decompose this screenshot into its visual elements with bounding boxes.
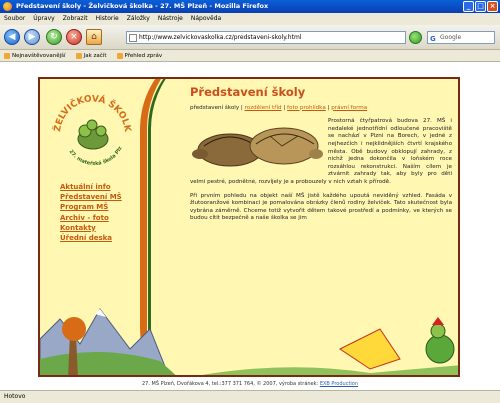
back-button[interactable]: ◀ (4, 29, 20, 45)
window-titlebar: Představení školy - Želvičková školka - … (0, 0, 500, 13)
page-footer: 27. MŠ Plzeň, Dvořákova 4, tel.:377 371 … (0, 379, 500, 389)
reload-button[interactable]: ↻ (46, 29, 62, 45)
subnav-separator: | (283, 104, 286, 111)
page-icon (129, 34, 137, 42)
sub-navigation: představení školy | rozdělení tříd | fot… (190, 105, 452, 113)
menu-aktualni-info[interactable]: Aktuální info (60, 182, 122, 192)
menu-zobrazit[interactable]: Zobrazit (63, 13, 88, 25)
footer-text: 27. MŠ Plzeň, Dvořákova 4, tel.:377 371 … (141, 381, 319, 387)
subnav-current: představení školy (190, 104, 240, 111)
web-page: ŽELVIČKOVÁ ŠKOLKA 27. mateřská škola Plz… (38, 77, 460, 377)
forward-button[interactable]: ▶ (24, 29, 40, 45)
bookmarks-toolbar: Nejnavštěvovanější Jak začít Přehled zpr… (0, 50, 500, 62)
menu-uredni-deska[interactable]: Úřední deska (60, 233, 122, 243)
main-content: Představení školy představení školy | ro… (186, 85, 452, 229)
menu-upravy[interactable]: Úpravy (33, 13, 54, 25)
menu-program-ms[interactable]: Program MŠ (60, 202, 122, 212)
menu-zalozky[interactable]: Záložky (127, 13, 150, 25)
subnav-separator: | (327, 104, 330, 111)
menu-archiv-foto[interactable]: Archiv - foto (60, 213, 122, 223)
minimize-button[interactable]: _ (463, 1, 474, 12)
subnav-rozdeleni-trid[interactable]: rozdělení tříd (245, 105, 282, 111)
side-menu: Aktuální info Představení MŠ Program MŠ … (60, 182, 122, 243)
subnav-separator: | (240, 104, 243, 111)
stop-button[interactable]: × (66, 29, 82, 45)
google-icon: G (430, 35, 436, 43)
illustrated-scene (40, 308, 458, 375)
close-button[interactable]: × (487, 1, 498, 12)
footer-link[interactable]: EXB Production (320, 381, 358, 387)
status-bar: Hotovo (0, 390, 500, 403)
menu-soubor[interactable]: Soubor (4, 13, 25, 25)
maximize-button[interactable]: □ (475, 1, 486, 12)
home-button[interactable]: ⌂ (86, 29, 102, 45)
menu-kontakty[interactable]: Kontakty (60, 223, 122, 233)
address-url: http://www.zelvickovaskolka.cz/predstave… (139, 34, 302, 41)
status-text: Hotovo (4, 393, 26, 400)
window-title: Představení školy - Želvičková školka - … (16, 2, 269, 10)
menu-napoveda[interactable]: Nápověda (191, 13, 221, 25)
firefox-icon (3, 2, 12, 11)
subnav-pravni-forma[interactable]: právní forma (331, 105, 367, 111)
tortoises-photo (192, 127, 323, 167)
paragraph-2: Při prvním pohledu na objekt naší MŠ jis… (190, 192, 452, 222)
bookmark-news[interactable]: Přehled zpráv (117, 50, 163, 61)
window-controls: _ □ × (463, 1, 498, 12)
page-heading: Představení školy (190, 85, 306, 99)
bookmark-most-visited[interactable]: Nejnavštěvovanější (4, 50, 66, 61)
bookmark-getting-started[interactable]: Jak začít (76, 50, 107, 61)
navigation-toolbar: ◀ ▶ ↻ × ⌂ http://www.zelvickovaskolka.cz… (0, 25, 500, 50)
search-box[interactable]: G Google (427, 31, 495, 44)
address-bar[interactable]: http://www.zelvickovaskolka.cz/predstave… (126, 31, 406, 44)
menubar: Soubor Úpravy Zobrazit Historie Záložky … (0, 13, 500, 25)
search-placeholder: Google (440, 34, 462, 41)
go-button[interactable] (409, 31, 422, 44)
menu-historie[interactable]: Historie (96, 13, 119, 25)
menu-predstaveni-ms[interactable]: Představení MŠ (60, 192, 122, 202)
school-logo[interactable]: ŽELVIČKOVÁ ŠKOLKA 27. mateřská škola Plz… (50, 89, 135, 174)
menu-nastroje[interactable]: Nástroje (158, 13, 183, 25)
browser-viewport: ŽELVIČKOVÁ ŠKOLKA 27. mateřská škola Plz… (0, 62, 500, 390)
subnav-foto-prohlidka[interactable]: foto prohlídka (287, 105, 326, 111)
